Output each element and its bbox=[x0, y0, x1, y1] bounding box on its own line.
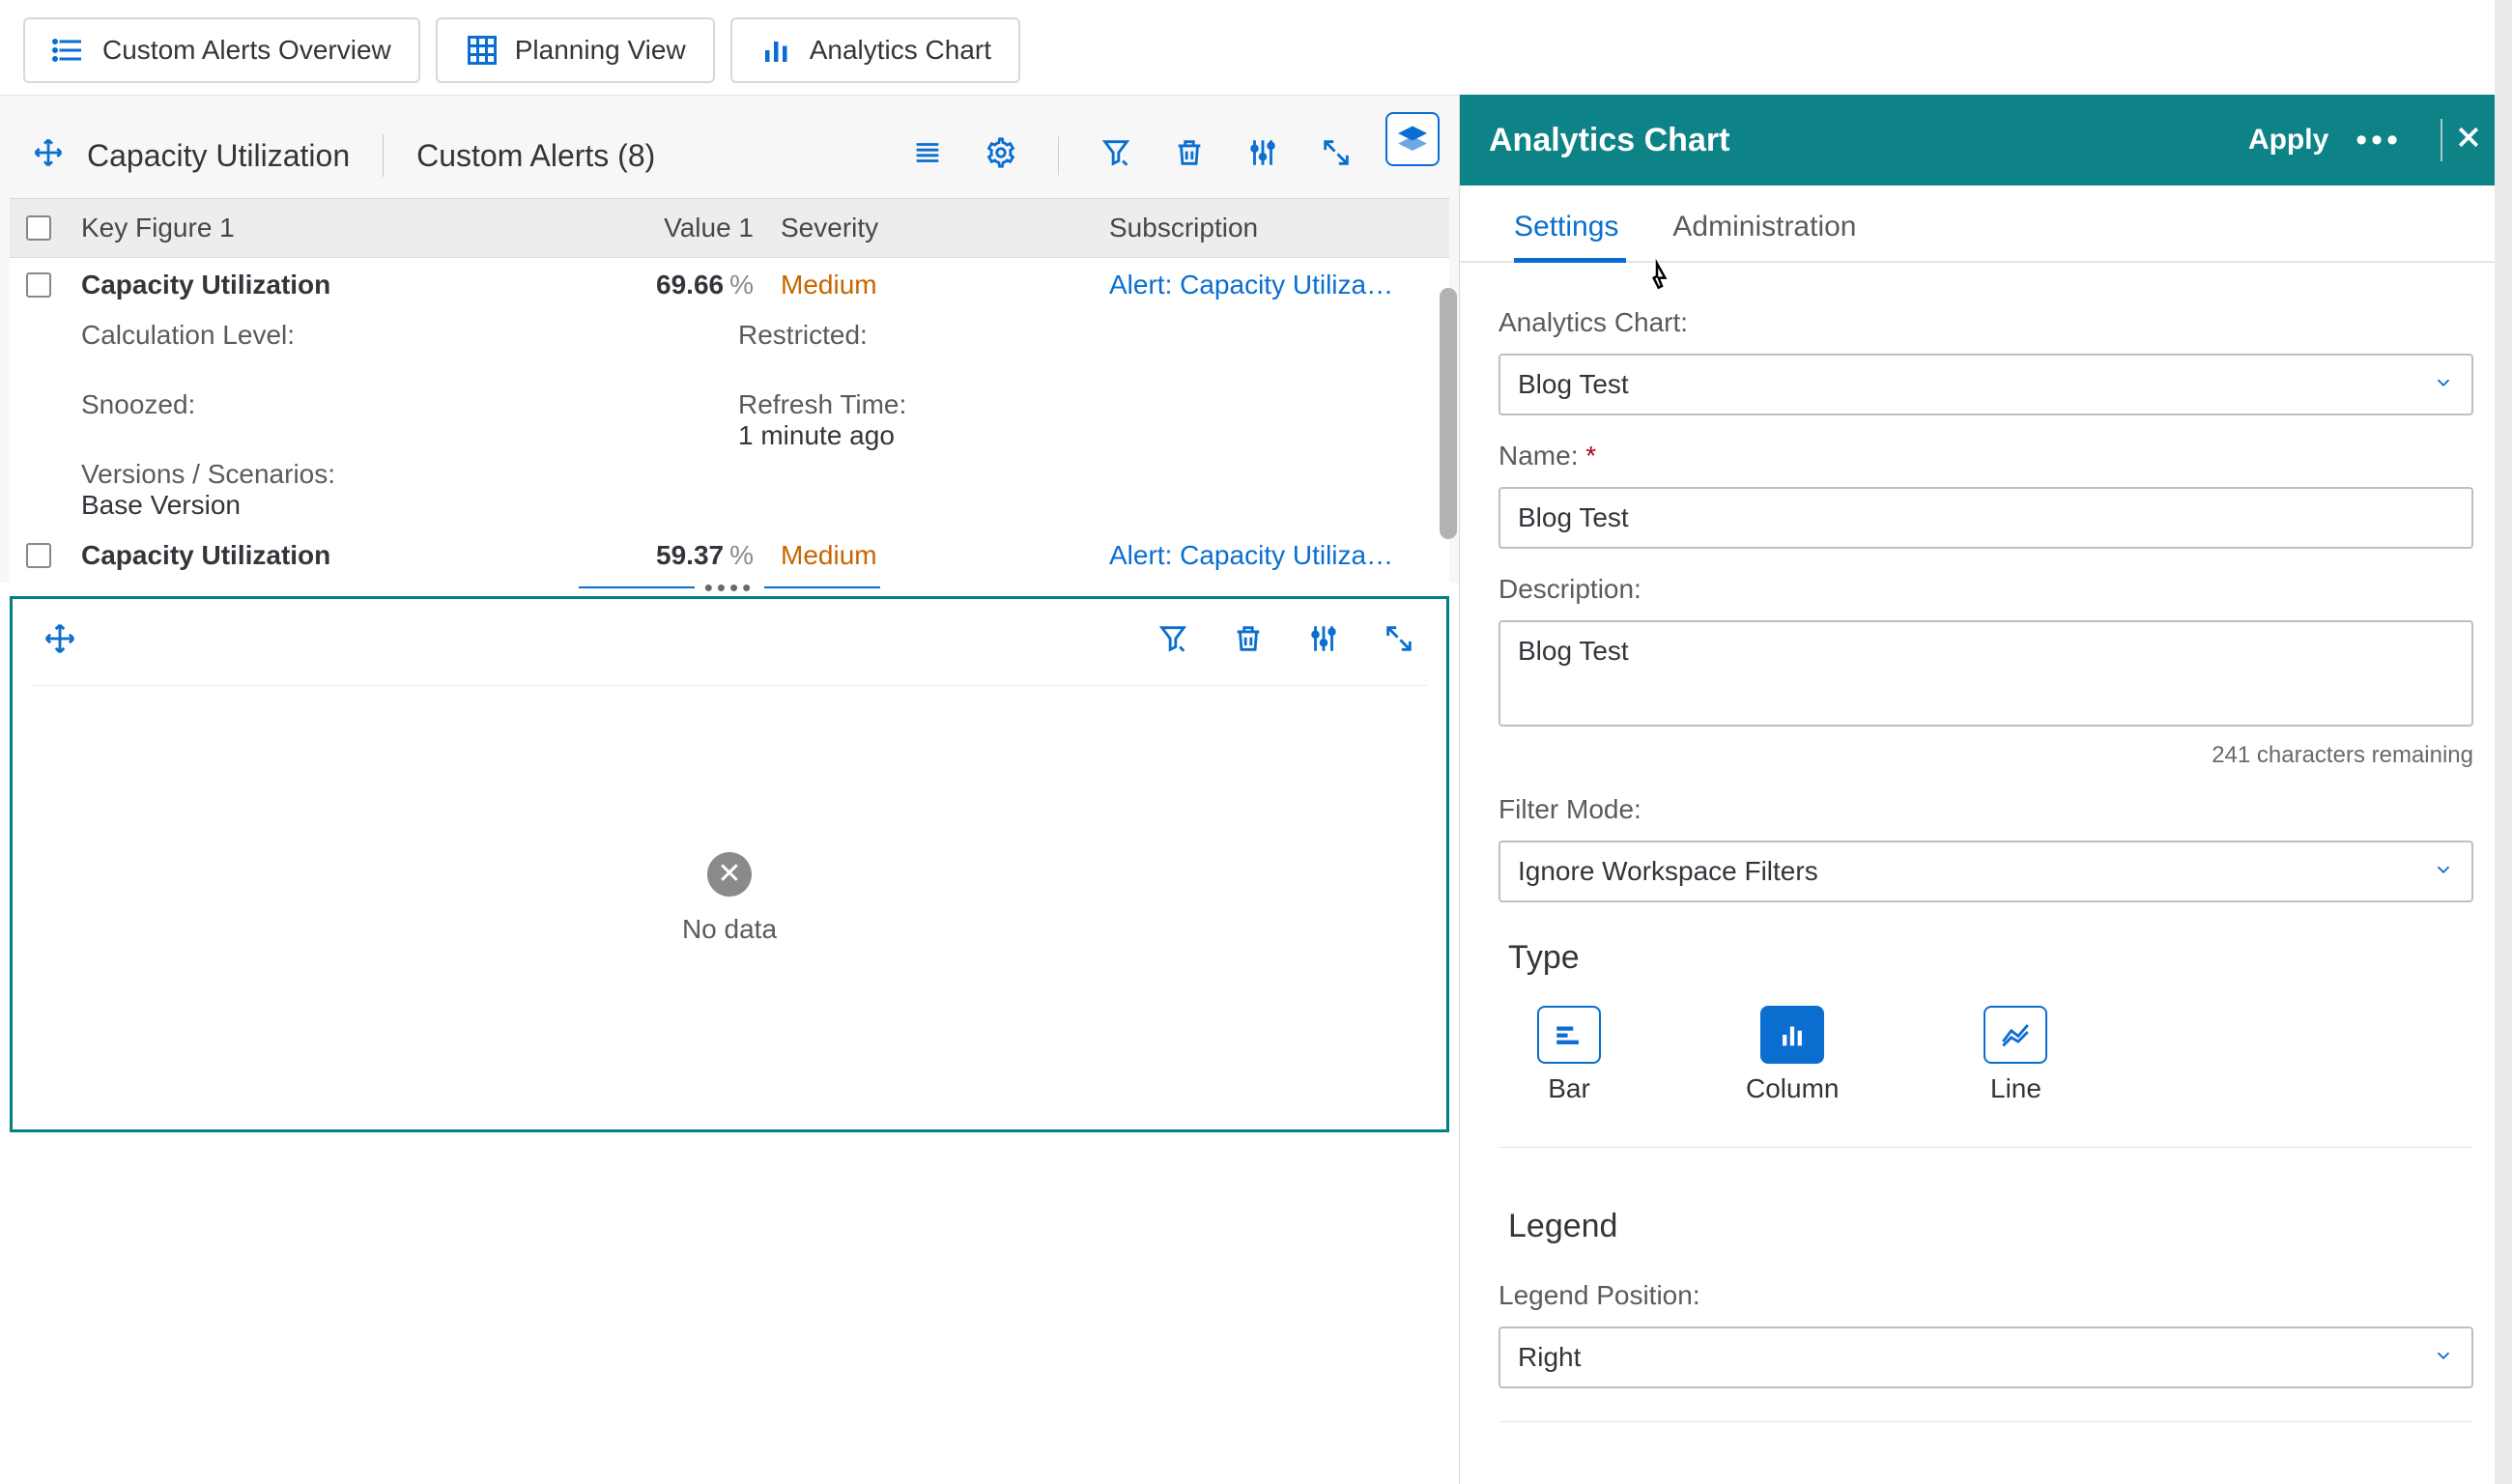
trash-icon[interactable] bbox=[1173, 136, 1206, 176]
legend-position-select[interactable]: Right bbox=[1499, 1327, 2473, 1388]
char-remaining: 241 characters remaining bbox=[1499, 742, 2473, 769]
sliders-icon[interactable] bbox=[1246, 136, 1279, 176]
divider bbox=[1499, 1147, 2473, 1148]
col-key-figure[interactable]: Key Figure 1 bbox=[68, 213, 609, 243]
scrollbar[interactable] bbox=[1440, 288, 1457, 539]
close-icon[interactable] bbox=[2454, 123, 2483, 158]
filter-mode-value: Ignore Workspace Filters bbox=[1518, 856, 1818, 887]
sliders-icon[interactable] bbox=[1307, 622, 1340, 662]
description-label: Description: bbox=[1499, 574, 2473, 605]
separator bbox=[2441, 119, 2442, 161]
side-panel-header: Analytics Chart Apply ••• bbox=[1460, 95, 2512, 186]
alerts-panel-header: Capacity Utilization Custom Alerts (8) •… bbox=[10, 113, 1449, 198]
row-details: Calculation Level: Snoozed: Versions / S… bbox=[10, 312, 1449, 528]
analytics-chart-label: Analytics Chart: bbox=[1499, 307, 2473, 338]
chart-panel: ✕ No data bbox=[10, 596, 1449, 1132]
filter-mode-label: Filter Mode: bbox=[1499, 794, 2473, 825]
legend-heading: Legend bbox=[1508, 1208, 2473, 1245]
chevron-down-icon bbox=[2433, 1342, 2454, 1373]
chart-type-line[interactable]: Line bbox=[1984, 1006, 2047, 1104]
table-row[interactable]: Capacity Utilization 69.66% Medium Alert… bbox=[10, 258, 1449, 312]
panel-title: Capacity Utilization bbox=[87, 138, 350, 174]
gear-icon[interactable] bbox=[985, 136, 1017, 176]
row-checkbox[interactable] bbox=[26, 543, 51, 568]
type-label: Bar bbox=[1548, 1073, 1590, 1104]
window-scrollbar[interactable] bbox=[2495, 0, 2512, 1484]
rows-icon[interactable] bbox=[911, 136, 944, 176]
analytics-chart-select[interactable]: Blog Test bbox=[1499, 354, 2473, 415]
name-input[interactable] bbox=[1499, 487, 2473, 549]
move-icon[interactable] bbox=[43, 622, 76, 662]
versions-value: Base Version bbox=[81, 490, 699, 521]
snoozed-label: Snoozed: bbox=[81, 389, 699, 420]
subscription-link[interactable]: Alert: Capacity Utiliza… bbox=[1092, 270, 1449, 300]
more-icon[interactable]: ••• bbox=[2355, 122, 2402, 159]
severity: Medium bbox=[763, 270, 1092, 300]
restricted-label: Restricted: bbox=[738, 320, 906, 351]
expand-icon[interactable] bbox=[1320, 136, 1353, 176]
chart-canvas: ✕ No data bbox=[32, 685, 1427, 1110]
grid-icon bbox=[465, 33, 500, 68]
refresh-label: Refresh Time: bbox=[738, 389, 906, 420]
key-figure: Capacity Utilization bbox=[68, 540, 609, 571]
expand-icon[interactable] bbox=[1383, 622, 1415, 662]
analytics-chart-value: Blog Test bbox=[1518, 369, 1629, 400]
list-icon bbox=[52, 33, 87, 68]
filter-icon[interactable] bbox=[1099, 136, 1132, 176]
key-figure: Capacity Utilization bbox=[68, 270, 609, 300]
tab-label: Planning View bbox=[515, 35, 686, 66]
chevron-down-icon bbox=[2433, 369, 2454, 400]
layers-button[interactable] bbox=[1385, 112, 1440, 166]
tab-administration[interactable]: Administration bbox=[1672, 211, 1856, 261]
divider bbox=[383, 134, 384, 177]
legend-position-value: Right bbox=[1518, 1342, 1581, 1373]
divider bbox=[1499, 1421, 2473, 1422]
alerts-table-header: Key Figure 1 Value 1 Severity Subscripti… bbox=[10, 198, 1449, 258]
bar-chart-icon bbox=[759, 33, 794, 68]
filter-mode-select[interactable]: Ignore Workspace Filters bbox=[1499, 841, 2473, 902]
legend-position-label: Legend Position: bbox=[1499, 1280, 2473, 1311]
versions-label: Versions / Scenarios: bbox=[81, 459, 699, 490]
move-icon[interactable] bbox=[33, 137, 64, 175]
tab-label: Custom Alerts Overview bbox=[102, 35, 391, 66]
splitter-handle[interactable]: •••• bbox=[0, 583, 1459, 592]
tab-label: Analytics Chart bbox=[810, 35, 991, 66]
chart-toolbar bbox=[13, 599, 1446, 685]
no-data-icon: ✕ bbox=[707, 852, 752, 897]
select-all-checkbox[interactable] bbox=[26, 215, 51, 241]
type-label: Line bbox=[1990, 1073, 2041, 1104]
trash-icon[interactable] bbox=[1232, 622, 1265, 662]
value: 69.66% bbox=[609, 270, 763, 300]
chevron-down-icon bbox=[2433, 856, 2454, 887]
subscription-link[interactable]: Alert: Capacity Utiliza… bbox=[1092, 540, 1449, 571]
col-subscription[interactable]: Subscription bbox=[1092, 213, 1449, 243]
refresh-value: 1 minute ago bbox=[738, 420, 906, 451]
side-tabs: Settings Administration bbox=[1460, 186, 2512, 263]
value: 59.37% bbox=[609, 540, 763, 571]
filter-icon[interactable] bbox=[1156, 622, 1189, 662]
name-label: Name: * bbox=[1499, 441, 2473, 471]
col-value[interactable]: Value 1 bbox=[609, 213, 763, 243]
tab-custom-alerts-overview[interactable]: Custom Alerts Overview bbox=[23, 17, 420, 83]
row-checkbox[interactable] bbox=[26, 272, 51, 298]
tab-planning-view[interactable]: Planning View bbox=[436, 17, 715, 83]
chart-type-column[interactable]: Column bbox=[1746, 1006, 1839, 1104]
type-heading: Type bbox=[1508, 939, 2473, 977]
side-panel: Analytics Chart Apply ••• Settings Admin… bbox=[1459, 95, 2512, 1484]
no-data-text: No data bbox=[682, 914, 777, 945]
panel-subtitle: Custom Alerts (8) bbox=[416, 138, 655, 174]
description-textarea[interactable] bbox=[1499, 620, 2473, 727]
type-label: Column bbox=[1746, 1073, 1839, 1104]
chart-type-bar[interactable]: Bar bbox=[1537, 1006, 1601, 1104]
top-tab-bar: Custom Alerts Overview Planning View Ana… bbox=[0, 0, 2512, 95]
severity: Medium bbox=[763, 540, 1092, 571]
apply-button[interactable]: Apply bbox=[2248, 124, 2328, 157]
tab-settings[interactable]: Settings bbox=[1514, 211, 1618, 261]
separator bbox=[1058, 136, 1059, 175]
tab-analytics-chart[interactable]: Analytics Chart bbox=[730, 17, 1020, 83]
col-severity[interactable]: Severity bbox=[763, 213, 1092, 243]
side-title: Analytics Chart bbox=[1489, 122, 1729, 159]
calc-level-label: Calculation Level: bbox=[81, 320, 699, 351]
